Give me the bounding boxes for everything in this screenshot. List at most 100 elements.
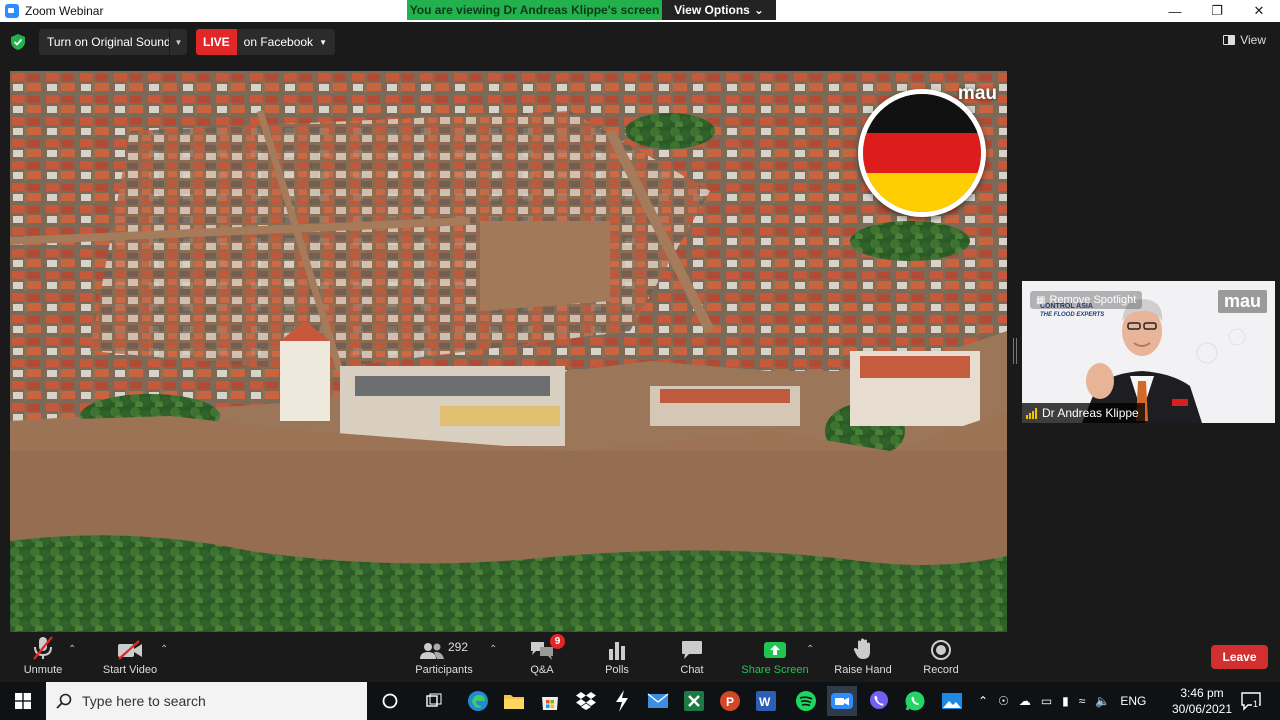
view-label: View xyxy=(1240,33,1266,47)
svg-text:P: P xyxy=(726,695,734,709)
mau-watermark: mau xyxy=(957,83,997,104)
meeting-top-bar: Turn on Original Sound ▼ LIVE on Faceboo… xyxy=(0,22,1280,64)
edge-browser-icon[interactable] xyxy=(463,686,493,716)
record-button[interactable]: Record xyxy=(918,632,964,682)
notification-center-icon[interactable]: 1 xyxy=(1240,691,1262,711)
lightning-app-icon[interactable] xyxy=(607,686,637,716)
polls-button[interactable]: Polls xyxy=(597,632,637,682)
raise-hand-icon xyxy=(853,638,870,659)
viber-icon[interactable] xyxy=(864,686,894,716)
spotify-icon[interactable] xyxy=(791,686,821,716)
taskbar-search-box[interactable]: Type here to search xyxy=(46,682,367,720)
usb-device-icon[interactable]: ▭ xyxy=(1041,694,1052,708)
polls-label: Polls xyxy=(605,664,629,676)
window-title: Zoom Webinar xyxy=(25,4,104,18)
connection-signal-icon xyxy=(1026,407,1037,419)
qa-label: Q&A xyxy=(530,664,554,676)
participants-button[interactable]: 292 Participants xyxy=(412,632,476,682)
minimize-button[interactable]: — xyxy=(1154,0,1196,22)
spotlight-icon: ▦ xyxy=(1036,294,1046,306)
remove-spotlight-label: Remove Spotlight xyxy=(1049,294,1137,306)
caret-down-icon: ▼ xyxy=(319,37,327,47)
participants-count: 292 xyxy=(447,640,469,654)
wifi-icon[interactable]: ≈ xyxy=(1079,694,1086,708)
qa-button[interactable]: 9 Q&A xyxy=(520,632,565,682)
participant-name-tag: Dr Andreas Klippe xyxy=(1022,403,1145,423)
participants-icon xyxy=(419,643,444,659)
task-view-icon[interactable] xyxy=(419,686,449,716)
view-options-button[interactable]: View Options ⌄ xyxy=(662,0,776,20)
panel-resize-handle[interactable] xyxy=(1013,338,1017,364)
start-button[interactable] xyxy=(0,682,46,720)
input-language[interactable]: ENG xyxy=(1120,694,1146,708)
powerpoint-icon[interactable]: P xyxy=(715,686,745,716)
windows-logo-icon xyxy=(15,693,31,709)
clock-time: 3:46 pm xyxy=(1180,686,1224,700)
caret-up-icon[interactable]: ⌃ xyxy=(68,644,76,655)
shared-screen[interactable]: mau xyxy=(10,71,1007,632)
shield-check-icon[interactable] xyxy=(11,34,25,50)
original-sound-label: Turn on Original Sound xyxy=(47,35,171,49)
microsoft-store-icon[interactable] xyxy=(535,686,565,716)
caret-up-icon[interactable]: ⌃ xyxy=(806,644,814,655)
taskbar-clock[interactable]: 3:46 pm 30/06/2021 xyxy=(1171,685,1233,717)
live-destination: on Facebook ▼ xyxy=(236,29,335,55)
battery-icon[interactable]: ▮ xyxy=(1062,694,1069,708)
search-icon xyxy=(56,693,72,709)
windows-taskbar: Type here to search P W ⌃ ☉ ☁ ▭ ▮ ≈ 🔈 EN… xyxy=(0,682,1280,720)
share-screen-button[interactable]: Share Screen xyxy=(740,632,810,682)
speaker-video-tile[interactable]: CONTROL ASIA THE FLOOD EXPERTS ▦ Remove … xyxy=(1022,281,1275,423)
excel-icon[interactable] xyxy=(679,686,709,716)
meeting-toolbar: Unmute ⌃ Start Video ⌃ 292 Participants … xyxy=(0,632,1280,682)
notification-count: 1 xyxy=(1252,699,1260,709)
view-layout-button[interactable]: View xyxy=(1223,33,1266,47)
live-badge: LIVE xyxy=(196,29,237,55)
raise-hand-label: Raise Hand xyxy=(834,664,892,676)
original-sound-button[interactable]: Turn on Original Sound ▼ xyxy=(39,29,187,55)
mau-logo: mau xyxy=(1217,290,1267,313)
chevron-down-icon: ⌄ xyxy=(753,3,764,17)
svg-text:W: W xyxy=(759,695,771,709)
record-icon xyxy=(931,640,951,660)
photos-app-icon[interactable] xyxy=(937,686,967,716)
cortana-icon[interactable] xyxy=(375,686,405,716)
raise-hand-button[interactable]: Raise Hand xyxy=(832,632,894,682)
start-video-button[interactable]: Start Video xyxy=(98,632,162,682)
chat-bubble-icon xyxy=(682,641,702,659)
caret-up-icon[interactable]: ⌃ xyxy=(489,644,497,655)
qa-badge: 9 xyxy=(550,634,565,649)
microphone-muted-icon xyxy=(33,636,53,660)
word-icon[interactable]: W xyxy=(751,686,781,716)
chat-button[interactable]: Chat xyxy=(672,632,712,682)
dropbox-icon[interactable] xyxy=(571,686,601,716)
search-placeholder: Type here to search xyxy=(82,693,206,709)
caret-up-icon[interactable]: ⌃ xyxy=(160,644,168,655)
caret-down-icon[interactable]: ▼ xyxy=(169,29,187,55)
gallery-view-icon xyxy=(1223,35,1236,45)
onedrive-cloud-icon[interactable]: ☁ xyxy=(1019,694,1031,708)
restore-button[interactable]: ❐ xyxy=(1196,0,1238,22)
file-explorer-icon[interactable] xyxy=(499,686,529,716)
remove-spotlight-button[interactable]: ▦ Remove Spotlight xyxy=(1030,291,1143,309)
record-label: Record xyxy=(923,664,959,676)
unmute-button[interactable]: Unmute xyxy=(18,632,68,682)
live-stream-button[interactable]: LIVE on Facebook ▼ xyxy=(196,29,335,55)
video-camera-off-icon xyxy=(118,640,142,660)
participants-label: Participants xyxy=(415,664,473,676)
participant-name: Dr Andreas Klippe xyxy=(1042,406,1139,420)
leave-button[interactable]: Leave xyxy=(1211,645,1268,669)
speaker-volume-icon[interactable]: 🔈 xyxy=(1095,694,1110,708)
germany-flag-icon xyxy=(858,89,986,217)
chevron-up-icon[interactable]: ⌃ xyxy=(978,694,988,708)
clock-date: 30/06/2021 xyxy=(1171,702,1233,716)
view-options-label: View Options xyxy=(674,3,750,17)
zoom-app-icon xyxy=(5,4,19,18)
close-window-button[interactable]: ✕ xyxy=(1238,0,1280,22)
unmute-label: Unmute xyxy=(23,664,63,676)
whatsapp-icon[interactable] xyxy=(900,686,930,716)
mail-icon[interactable] xyxy=(643,686,673,716)
viewing-banner: You are viewing Dr Andreas Klippe's scre… xyxy=(407,0,662,20)
meet-now-icon[interactable]: ☉ xyxy=(998,694,1009,708)
zoom-taskbar-icon[interactable] xyxy=(827,686,857,716)
live-destination-label: on Facebook xyxy=(243,35,314,49)
